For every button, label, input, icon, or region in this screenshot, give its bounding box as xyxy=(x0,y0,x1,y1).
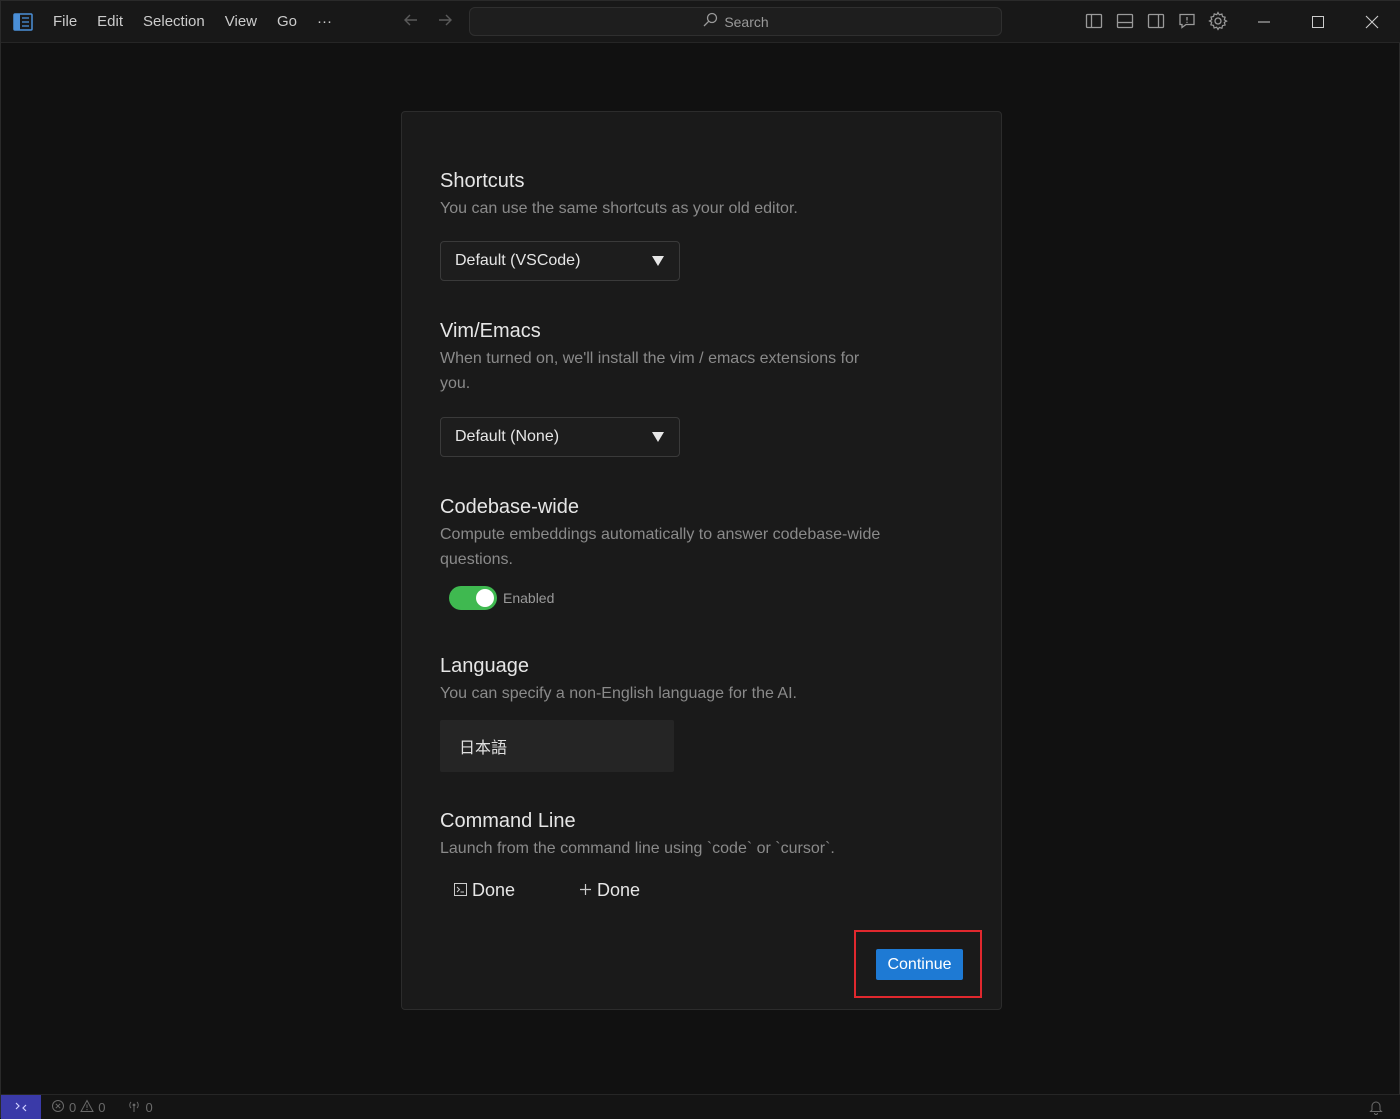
close-button[interactable] xyxy=(1345,1,1399,43)
maximize-button[interactable] xyxy=(1291,1,1345,43)
command-line-section: Command Line Launch from the command lin… xyxy=(440,808,900,861)
title-bar: File Edit Selection View Go ··· Search xyxy=(1,1,1400,43)
search-icon xyxy=(702,12,718,32)
language-value: 日本語 xyxy=(459,738,508,757)
menu-go[interactable]: Go xyxy=(267,8,307,36)
vim-emacs-dropdown[interactable]: Default (None) xyxy=(440,417,680,457)
app-logo-icon[interactable] xyxy=(13,12,33,32)
codebase-description: Compute embeddings automatically to answ… xyxy=(440,526,881,568)
navigation-arrows xyxy=(401,11,455,33)
shortcuts-description: You can use the same shortcuts as your o… xyxy=(440,200,798,217)
menu-more[interactable]: ··· xyxy=(307,8,342,36)
toggle-panel-icon[interactable] xyxy=(1114,10,1136,32)
install-cursor-label: Done xyxy=(597,880,641,900)
menu-view[interactable]: View xyxy=(215,8,267,36)
codebase-section: Codebase-wide Compute embeddings automat… xyxy=(440,494,900,572)
shortcuts-dropdown[interactable]: Default (VSCode) xyxy=(440,241,680,281)
command-line-description: Launch from the command line using `code… xyxy=(440,840,835,857)
shortcuts-selected-value: Default (VSCode) xyxy=(455,252,581,269)
toggle-secondary-sidebar-icon[interactable] xyxy=(1145,10,1167,32)
command-center-search[interactable]: Search xyxy=(469,7,1002,36)
onboarding-dialog: Shortcuts You can use the same shortcuts… xyxy=(401,111,1002,1010)
ports-count: 0 xyxy=(145,1100,153,1115)
menu-selection[interactable]: Selection xyxy=(133,8,215,36)
feedback-icon[interactable] xyxy=(1176,10,1198,32)
problems-status[interactable]: 0 0 0 xyxy=(51,1098,153,1117)
command-line-title: Command Line xyxy=(440,810,576,832)
error-icon xyxy=(51,1098,65,1117)
minimize-button[interactable] xyxy=(1237,1,1291,43)
language-description: You can specify a non-English language f… xyxy=(440,685,797,702)
command-line-buttons: Done Done xyxy=(440,876,654,905)
dropdown-caret-icon xyxy=(651,428,665,447)
language-input[interactable]: 日本語 xyxy=(440,720,674,772)
search-label: Search xyxy=(724,13,769,30)
ports-icon xyxy=(127,1098,141,1117)
settings-gear-icon[interactable] xyxy=(1207,10,1229,32)
terminal-icon xyxy=(454,880,467,901)
notifications-bell-icon[interactable] xyxy=(1369,1099,1383,1119)
dropdown-caret-icon xyxy=(651,252,665,271)
install-cursor-command-button[interactable]: Done xyxy=(565,876,654,905)
vim-emacs-selected-value: Default (None) xyxy=(455,428,560,445)
install-code-command-button[interactable]: Done xyxy=(440,876,529,905)
vim-emacs-title: Vim/Emacs xyxy=(440,320,541,342)
install-code-label: Done xyxy=(472,880,516,900)
language-title: Language xyxy=(440,655,529,677)
layout-controls xyxy=(1083,10,1229,32)
back-arrow-icon[interactable] xyxy=(401,11,421,33)
menu-file[interactable]: File xyxy=(43,8,87,36)
menu-bar: File Edit Selection View Go ··· xyxy=(43,1,342,43)
remote-indicator-button[interactable] xyxy=(1,1095,41,1119)
menu-edit[interactable]: Edit xyxy=(87,8,133,36)
status-bar: 0 0 0 xyxy=(1,1094,1400,1119)
warning-count: 0 xyxy=(98,1100,106,1115)
vim-emacs-description: When turned on, we'll install the vim / … xyxy=(440,350,860,392)
toggle-label: Enabled xyxy=(503,590,555,606)
plus-icon xyxy=(579,880,592,901)
shortcuts-title: Shortcuts xyxy=(440,170,525,192)
codebase-toggle-row: Enabled xyxy=(449,586,554,610)
codebase-title: Codebase-wide xyxy=(440,496,579,518)
warning-icon xyxy=(80,1098,95,1117)
toggle-primary-sidebar-icon[interactable] xyxy=(1083,10,1105,32)
language-section: Language You can specify a non-English l… xyxy=(440,653,900,706)
vim-emacs-section: Vim/Emacs When turned on, we'll install … xyxy=(440,318,900,396)
cursor-window: File Edit Selection View Go ··· Search S… xyxy=(0,0,1400,1119)
continue-button[interactable]: Continue xyxy=(876,949,963,980)
codebase-toggle-switch[interactable] xyxy=(449,586,497,610)
error-count: 0 xyxy=(69,1100,77,1115)
forward-arrow-icon[interactable] xyxy=(435,11,455,33)
toggle-knob xyxy=(476,589,494,607)
shortcuts-section: Shortcuts You can use the same shortcuts… xyxy=(440,168,900,221)
